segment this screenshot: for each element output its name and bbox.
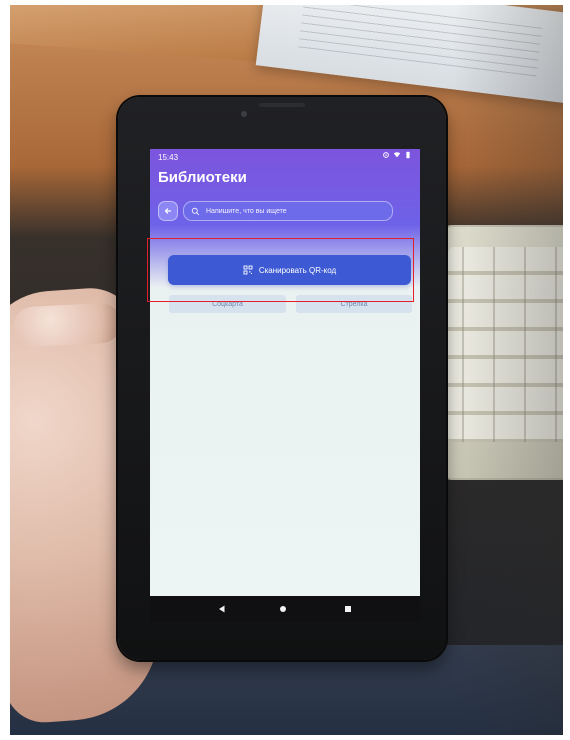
camera <box>241 111 247 117</box>
search-placeholder: Напишите, что вы ищете <box>206 207 287 215</box>
arrow-left-icon <box>164 208 172 214</box>
scan-qr-button[interactable]: Сканировать QR-код <box>168 255 411 285</box>
nav-recent-icon[interactable] <box>343 604 353 614</box>
chip-strelka-label: Стрелка <box>340 300 368 308</box>
search-icon <box>191 207 200 215</box>
app-screen: 15:43 Библиотеки Напишите, что вы ищете … <box>150 149 420 596</box>
chip-soczkarta[interactable]: Соцкарта <box>169 295 286 313</box>
qr-code-icon <box>243 265 253 275</box>
status-bar: 15:43 <box>150 149 420 165</box>
chip-strelka[interactable]: Стрелка <box>296 295 412 313</box>
speaker <box>259 103 305 107</box>
page-title: Библиотеки <box>158 169 247 186</box>
search-input[interactable]: Напишите, что вы ищете <box>183 201 393 221</box>
wifi-icon <box>393 152 401 158</box>
status-icons <box>382 151 412 159</box>
side-shade <box>453 5 563 735</box>
thumb <box>12 302 122 348</box>
nav-back-icon[interactable] <box>217 604 227 614</box>
tablet-device: 15:43 Библиотеки Напишите, что вы ищете … <box>118 97 446 660</box>
status-time: 15:43 <box>158 153 179 162</box>
search-row: Напишите, что вы ищете <box>158 201 393 225</box>
android-nav-bar <box>150 596 420 622</box>
back-button[interactable] <box>158 201 178 221</box>
photo-scene: 15:43 Библиотеки Напишите, что вы ищете … <box>10 5 563 735</box>
battery-icon <box>406 151 410 159</box>
scan-qr-label: Сканировать QR-код <box>258 265 337 275</box>
settings-status-icon <box>383 152 389 158</box>
nav-home-icon[interactable] <box>278 604 288 614</box>
chip-soczkarta-label: Соцкарта <box>212 300 243 308</box>
